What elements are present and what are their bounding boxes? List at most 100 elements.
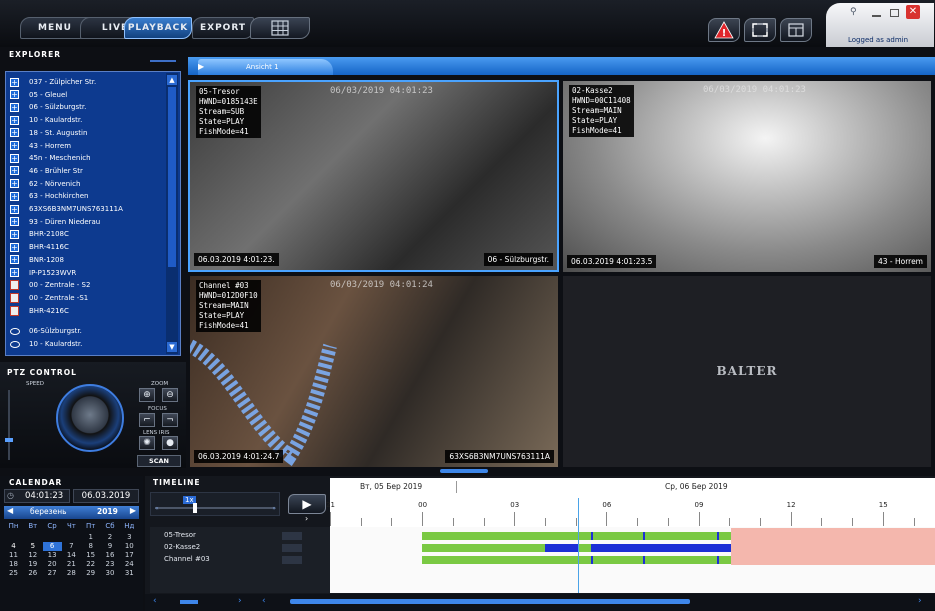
recording-tracks[interactable] (330, 527, 935, 593)
motion-segment[interactable] (716, 556, 719, 564)
timeline-scroll-thumb[interactable] (290, 599, 690, 604)
calendar-day[interactable]: 10 (120, 542, 139, 551)
speed-slider[interactable] (8, 390, 10, 460)
channel-toggle[interactable] (282, 532, 302, 540)
tree-item[interactable]: + BNR-1208 (10, 254, 64, 266)
close-icon[interactable]: ✕ (906, 5, 920, 19)
playback-button[interactable]: PLAYBACK (124, 17, 192, 39)
window-mode-button[interactable] (780, 18, 812, 42)
expand-icon[interactable]: + (10, 255, 19, 265)
expand-icon[interactable]: + (10, 128, 19, 138)
calendar-day[interactable]: 29 (81, 569, 100, 578)
explorer-scrollbar[interactable]: ▲ ▼ (166, 73, 178, 354)
expand-icon[interactable]: + (10, 102, 19, 112)
play-button[interactable]: ▶ (288, 494, 326, 514)
motion-segment[interactable] (544, 544, 731, 552)
tab-ansicht-1[interactable]: Ansicht 1 (198, 59, 333, 75)
minimize-icon[interactable] (872, 15, 881, 17)
motion-segment[interactable] (716, 532, 719, 540)
tree-item[interactable]: 00 - Zentrale - S2 (10, 279, 90, 291)
calendar-day[interactable]: 23 (101, 560, 120, 569)
tree-item[interactable]: 00 - Zentrale -S1 (10, 292, 88, 304)
tree-item[interactable]: +18 - St. Augustin (10, 127, 87, 139)
calendar-day[interactable]: 9 (101, 542, 120, 551)
zoom-out-button[interactable]: ⊖ (162, 388, 178, 402)
tree-item[interactable]: +46 - Brühler Str (10, 165, 83, 177)
next-month-icon[interactable]: ▶ (130, 506, 136, 515)
calendar-day[interactable]: 18 (4, 560, 23, 569)
calendar-day[interactable]: 1 (81, 533, 100, 542)
focus-near-button[interactable]: ⌐ (139, 413, 155, 427)
tree-item[interactable]: +63XS6B3NM7UNS763111A (10, 203, 123, 215)
time-field[interactable]: ◷ 04:01:23 (4, 489, 70, 503)
tree-item[interactable]: +06 - Sülzburgstr. (10, 101, 86, 113)
tree-item[interactable]: +63 - Hochkirchen (10, 190, 88, 202)
tree-item[interactable]: + BHR-4116C (10, 241, 69, 253)
calendar-day[interactable]: 27 (43, 569, 62, 578)
calendar-day[interactable]: 8 (81, 542, 100, 551)
video-tile-2[interactable]: 02-Kasse2 HWND=00C11408 Stream=MAIN Stat… (563, 81, 931, 272)
calendar-day[interactable]: 19 (23, 560, 42, 569)
video-tile-1[interactable]: 05-Tresor HWND=0185143E Stream=SUB State… (188, 80, 559, 272)
timeline-scroll-right-icon[interactable]: › (918, 596, 922, 606)
maximize-icon[interactable] (890, 9, 899, 17)
calendar-day[interactable]: 28 (62, 569, 81, 578)
iris-open-button[interactable]: ✺ (139, 436, 155, 450)
expand-icon[interactable]: + (10, 166, 19, 176)
scroll-thumb[interactable] (168, 87, 176, 267)
calendar-day[interactable]: 7 (62, 542, 81, 551)
tree-item[interactable]: 06-Sülzburgstr. (10, 325, 82, 337)
speed-slider-track[interactable] (155, 507, 275, 509)
splitter-handle[interactable] (440, 469, 488, 473)
expand-icon[interactable]: + (10, 242, 19, 252)
step-forward-icon[interactable]: › (305, 514, 308, 523)
expand-icon[interactable]: + (10, 153, 19, 163)
export-button[interactable]: EXPORT (192, 17, 254, 39)
year-selector[interactable]: 2019 (97, 507, 118, 516)
calendar-day[interactable]: 14 (62, 551, 81, 560)
calendar-day[interactable]: 13 (43, 551, 62, 560)
expand-icon[interactable]: + (10, 268, 19, 277)
calendar-day[interactable]: 26 (23, 569, 42, 578)
tree-item[interactable]: + BHR-2108C (10, 228, 69, 240)
tree-item[interactable]: +93 - Düren Niederau (10, 216, 100, 228)
video-tile-3[interactable]: Channel #03 HWND=012D0F10 Stream=MAIN St… (190, 276, 558, 467)
expand-icon[interactable]: + (10, 204, 19, 214)
tree-item[interactable]: +037 - Zülpicher Str. (10, 76, 96, 88)
speed-slider-thumb[interactable] (193, 503, 197, 513)
tree-item[interactable]: 10 - Kaulardstr. (10, 338, 82, 350)
recording-segment[interactable] (578, 544, 592, 552)
fullscreen-button[interactable] (744, 18, 776, 42)
expand-icon[interactable]: + (10, 191, 19, 201)
expand-icon[interactable]: + (10, 179, 19, 189)
recording-segment[interactable] (422, 532, 731, 540)
playback-speed-control[interactable]: 1x « » (150, 492, 280, 516)
prev-month-icon[interactable]: ◀ (7, 506, 13, 515)
calendar-day[interactable]: 22 (81, 560, 100, 569)
calendar-day[interactable]: 31 (120, 569, 139, 578)
motion-segment[interactable] (643, 532, 646, 540)
tree-item[interactable]: +43 - Horrem (10, 140, 71, 152)
playhead-cursor[interactable] (578, 498, 579, 593)
scan-button[interactable]: SCAN (137, 455, 181, 467)
tree-item[interactable]: BHR-4216C (10, 305, 69, 317)
motion-segment[interactable] (591, 532, 594, 540)
channel-toggle[interactable] (282, 544, 302, 552)
iris-close-button[interactable]: ● (162, 436, 178, 450)
calendar-day[interactable]: 15 (81, 551, 100, 560)
calendar-day[interactable]: 5 (23, 542, 42, 551)
zoom-in-button[interactable]: ⊕ (139, 388, 155, 402)
expand-icon[interactable]: + (10, 115, 19, 125)
speed-slider-thumb[interactable] (5, 438, 13, 442)
scroll-up-icon[interactable]: ▲ (167, 75, 177, 85)
pin-icon[interactable]: ⚲ (850, 7, 857, 17)
scroll-down-icon[interactable]: ▼ (167, 342, 177, 352)
calendar-day[interactable]: 24 (120, 560, 139, 569)
focus-far-button[interactable]: ¬ (162, 413, 178, 427)
tree-item[interactable]: +45n - Meschenich (10, 152, 91, 164)
calendar-day[interactable]: 16 (101, 551, 120, 560)
calendar-day[interactable]: 17 (120, 551, 139, 560)
calendar-day[interactable]: 21 (62, 560, 81, 569)
calendar-day[interactable]: 3 (120, 533, 139, 542)
motion-segment[interactable] (591, 556, 594, 564)
